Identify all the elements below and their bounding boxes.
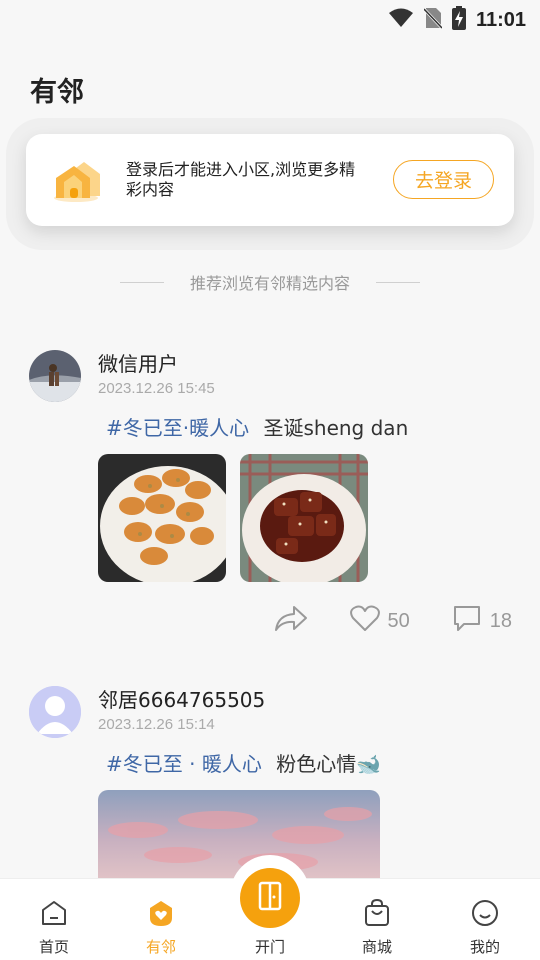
share-icon[interactable] [274,603,308,639]
recommend-divider: 推荐浏览有邻精选内容 [0,270,540,294]
comment-count: 18 [489,609,512,632]
post-hashtag[interactable]: #冬已至·暖人心 [106,416,249,440]
post-username[interactable]: 邻居6664765505 [98,684,265,713]
nav-item-mine[interactable]: 我的 [455,898,515,957]
neighbor-heart-icon [146,898,176,932]
login-prompt-text: 登录后才能进入小区,浏览更多精彩内容 [126,160,356,199]
nav-label-home: 首页 [38,938,69,956]
divider-text: 推荐浏览有邻精选内容 [189,274,350,293]
nav-item-mall[interactable]: 商城 [347,898,407,957]
login-card: 登录后才能进入小区,浏览更多精彩内容 去登录 [26,134,514,226]
page-title: 有邻 [30,77,84,108]
divider-line-left [119,281,164,283]
post-time: 2023.12.26 15:14 [98,716,215,733]
no-sim-icon [422,7,444,33]
braised-pork-photo[interactable] [240,454,368,582]
avatar[interactable] [29,350,81,402]
nav-label-mall: 商城 [361,938,392,956]
battery-charging-icon [451,6,466,34]
wifi-icon [388,8,414,32]
divider-line-right [376,281,420,283]
shrimp-photo[interactable] [98,454,226,582]
house-icon [50,150,106,206]
post-text: 圣诞sheng dan [263,416,409,440]
shopping-bag-icon [362,898,392,932]
post-username[interactable]: 微信用户 [98,348,178,377]
door-icon [255,880,285,916]
avatar[interactable] [29,686,81,738]
open-door-button[interactable] [240,868,300,928]
home-icon [39,898,69,932]
nav-item-neighbor[interactable]: 有邻 [131,898,191,957]
comment-icon[interactable] [452,604,482,638]
post-actions: 50 18 [274,603,512,639]
post-content: #冬已至 · 暖人心 粉色心情🐋 [106,748,381,777]
post-hashtag[interactable]: #冬已至 · 暖人心 [106,752,262,776]
login-button[interactable]: 去登录 [393,160,494,199]
nav-label-neighbor: 有邻 [145,938,176,956]
like-icon[interactable] [349,604,380,638]
status-time: 11:01 [475,8,526,31]
post-content: #冬已至·暖人心 圣诞sheng dan [106,412,408,441]
post-time: 2023.12.26 15:45 [98,380,215,397]
nav-item-home[interactable]: 首页 [24,898,84,957]
like-count: 50 [387,609,410,632]
nav-label-open-door[interactable]: 开门 [250,936,290,957]
post-text: 粉色心情🐋 [276,752,382,776]
status-bar: 11:01 [0,0,540,40]
smiley-icon [470,898,500,932]
nav-label-mine: 我的 [469,938,500,956]
